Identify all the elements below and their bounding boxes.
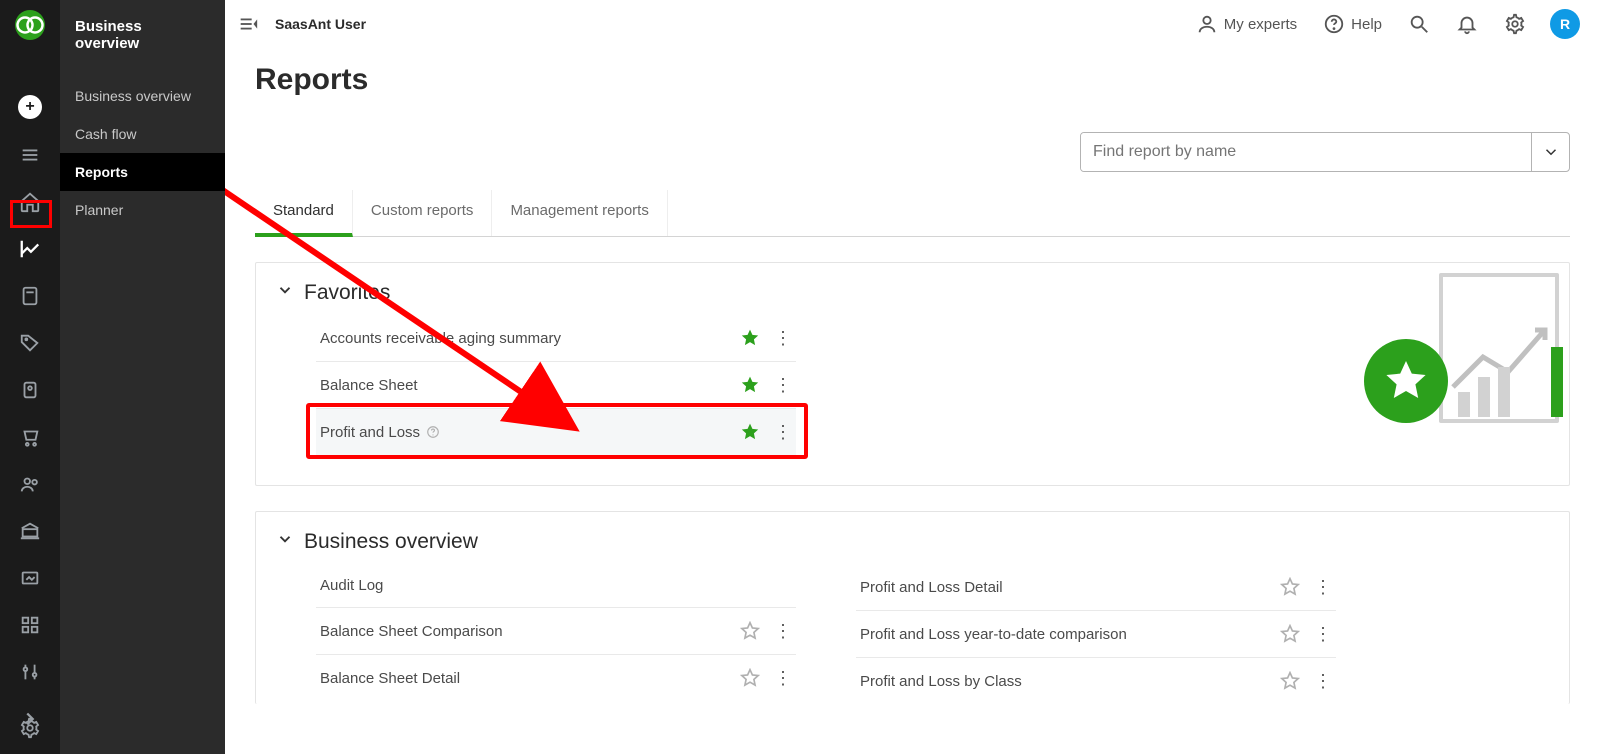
chevron-down-icon	[1542, 143, 1560, 161]
report-search-dropdown[interactable]	[1531, 133, 1569, 171]
more-actions-button[interactable]: ⋮	[774, 329, 792, 347]
report-row: Audit Log	[316, 564, 796, 608]
report-link[interactable]: Profit and Loss year-to-date comparison	[860, 626, 1127, 643]
people-icon[interactable]	[19, 473, 41, 495]
report-link[interactable]: Profit and Loss by Class	[860, 673, 1022, 690]
settings-button[interactable]	[1494, 13, 1536, 35]
notifications-button[interactable]	[1446, 13, 1488, 35]
report-row: Profit and Loss year-to-date comparison …	[856, 611, 1336, 658]
report-link[interactable]: Balance Sheet	[320, 377, 418, 394]
help-button[interactable]: Help	[1313, 13, 1392, 35]
help-icon	[1323, 13, 1345, 35]
star-outline-icon[interactable]	[1280, 577, 1300, 597]
user-avatar[interactable]: R	[1550, 9, 1580, 39]
cart-icon[interactable]	[19, 426, 41, 448]
tab-standard[interactable]: Standard	[255, 190, 353, 237]
star-icon[interactable]	[740, 422, 760, 442]
chevron-down-icon	[276, 530, 294, 554]
search-icon	[1408, 13, 1430, 35]
gear-icon	[1504, 13, 1526, 35]
report-link[interactable]: Balance Sheet Detail	[320, 670, 460, 687]
submenu-item-planner[interactable]: Planner	[60, 191, 225, 229]
app-logo[interactable]	[15, 10, 45, 40]
gear-rail-icon[interactable]	[19, 717, 41, 739]
tab-custom-reports[interactable]: Custom reports	[353, 190, 493, 236]
box-icon[interactable]	[19, 567, 41, 589]
report-search	[1080, 132, 1570, 172]
star-outline-icon[interactable]	[1280, 671, 1300, 691]
info-icon	[426, 425, 440, 439]
section-favorites: Favorites Accounts receivable aging summ…	[255, 262, 1570, 486]
report-link[interactable]: Balance Sheet Comparison	[320, 623, 503, 640]
star-icon[interactable]	[740, 375, 760, 395]
business-overview-header[interactable]: Business overview	[276, 530, 1549, 554]
main: SaasAnt User My experts Help R Reports S…	[225, 0, 1600, 754]
topbar: SaasAnt User My experts Help R	[225, 0, 1600, 48]
icon-rail: +	[0, 0, 60, 754]
report-row: Balance Sheet ⋮	[316, 362, 796, 409]
favorites-header[interactable]: Favorites	[276, 281, 1549, 305]
bo-list-right: Profit and Loss Detail ⋮ Profit and Loss…	[856, 564, 1336, 704]
report-row: Accounts receivable aging summary ⋮	[316, 315, 796, 362]
collapse-menu-button[interactable]	[237, 13, 259, 35]
report-row: Balance Sheet Comparison ⋮	[316, 608, 796, 655]
submenu-item-business-overview[interactable]: Business overview	[60, 77, 225, 115]
bo-list-left: Audit Log Balance Sheet Comparison ⋮ Bal…	[316, 564, 796, 704]
my-experts-button[interactable]: My experts	[1186, 13, 1307, 35]
tab-management-reports[interactable]: Management reports	[492, 190, 667, 236]
star-outline-icon[interactable]	[740, 668, 760, 688]
my-experts-label: My experts	[1224, 16, 1297, 33]
more-actions-button[interactable]: ⋮	[1314, 625, 1332, 643]
report-link[interactable]: Audit Log	[320, 577, 383, 594]
report-row: Profit and Loss Detail ⋮	[856, 564, 1336, 611]
help-label: Help	[1351, 16, 1382, 33]
calculator-icon[interactable]	[19, 285, 41, 307]
submenu-title: Business overview	[60, 18, 225, 77]
star-icon[interactable]	[740, 328, 760, 348]
report-row-profit-and-loss: Profit and Loss ⋮	[316, 409, 796, 455]
apps-icon[interactable]	[19, 614, 41, 636]
submenu: Business overview Business overview Cash…	[60, 0, 225, 754]
report-link[interactable]: Accounts receivable aging summary	[320, 330, 561, 347]
page-title: Reports	[255, 63, 1570, 97]
favorites-title: Favorites	[304, 281, 390, 305]
more-actions-button[interactable]: ⋮	[774, 376, 792, 394]
person-icon	[1196, 13, 1218, 35]
business-overview-title: Business overview	[304, 530, 478, 554]
reports-illustration	[1364, 273, 1559, 423]
star-outline-icon[interactable]	[1280, 624, 1300, 644]
report-name: Profit and Loss	[320, 424, 420, 441]
report-tabs: Standard Custom reports Management repor…	[255, 190, 1570, 237]
submenu-item-cash-flow[interactable]: Cash flow	[60, 115, 225, 153]
more-actions-button[interactable]: ⋮	[774, 423, 792, 441]
search-button[interactable]	[1398, 13, 1440, 35]
report-link[interactable]: Profit and Loss	[320, 424, 440, 441]
home-icon[interactable]	[19, 191, 41, 213]
bank-icon[interactable]	[19, 520, 41, 542]
report-search-input[interactable]	[1081, 133, 1531, 171]
clipboard-icon[interactable]	[19, 379, 41, 401]
company-name[interactable]: SaasAnt User	[275, 16, 366, 32]
more-actions-button[interactable]: ⋮	[774, 669, 792, 687]
star-outline-icon[interactable]	[740, 621, 760, 641]
sliders-icon[interactable]	[19, 661, 41, 683]
favorites-list: Accounts receivable aging summary ⋮ Bala…	[316, 315, 796, 455]
page-body: Reports Standard Custom reports Manageme…	[225, 48, 1600, 754]
more-actions-button[interactable]: ⋮	[774, 622, 792, 640]
more-actions-button[interactable]: ⋮	[1314, 578, 1332, 596]
chevron-down-icon	[276, 281, 294, 305]
section-business-overview: Business overview Audit Log Balance Shee…	[255, 511, 1570, 704]
submenu-item-reports[interactable]: Reports	[60, 153, 225, 191]
trend-icon[interactable]	[19, 238, 41, 260]
more-actions-button[interactable]: ⋮	[1314, 672, 1332, 690]
new-button[interactable]: +	[18, 95, 42, 119]
hamburger-icon[interactable]	[19, 144, 41, 166]
report-link[interactable]: Profit and Loss Detail	[860, 579, 1003, 596]
report-row: Balance Sheet Detail ⋮	[316, 655, 796, 701]
tag-icon[interactable]	[19, 332, 41, 354]
report-row: Profit and Loss by Class ⋮	[856, 658, 1336, 704]
bell-icon	[1456, 13, 1478, 35]
